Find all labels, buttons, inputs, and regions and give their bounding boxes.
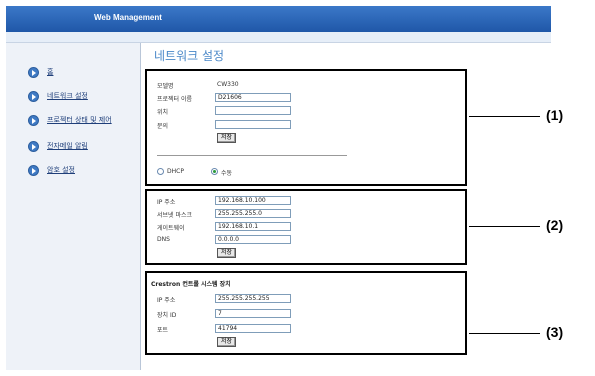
contact-label: 문의 <box>157 123 169 130</box>
location-input[interactable] <box>215 106 291 115</box>
crestron-ip-label: IP 주소 <box>157 297 176 304</box>
crestron-section: Crestron 컨트롤 시스템 장치 IP 주소 255.255.255.25… <box>145 271 467 355</box>
sidebar-item-label[interactable]: 네트워크 설정 <box>47 91 88 101</box>
device-id-input[interactable]: 7 <box>215 309 291 318</box>
arrow-bullet-icon <box>28 164 39 176</box>
network-settings-section: IP 주소 192.168.10.100 서브넷 마스크 255.255.255… <box>145 189 467 265</box>
gateway-label: 게이트웨이 <box>157 225 185 232</box>
app-title: Web Management <box>94 13 162 22</box>
sub-header-bar <box>6 32 551 43</box>
port-label: 포트 <box>157 327 169 334</box>
manual-radio[interactable] <box>211 168 218 175</box>
save-button[interactable]: 저장 <box>217 337 237 347</box>
sidebar-item-label[interactable]: 프로젝터 상태 및 제어 <box>47 115 112 125</box>
sidebar-item-projector-status[interactable]: 프로젝터 상태 및 제어 <box>28 113 112 127</box>
crestron-ip-input[interactable]: 255.255.255.255 <box>215 294 291 303</box>
divider <box>157 155 347 156</box>
contact-input[interactable] <box>215 120 291 129</box>
arrow-bullet-icon <box>28 66 39 78</box>
top-header-bar: Web Management <box>6 6 551 32</box>
callout-label-2: (2) <box>546 217 564 233</box>
sidebar-item-label[interactable]: 암호 설정 <box>47 165 75 175</box>
callout-line-3 <box>469 333 540 334</box>
section-heading: Crestron 컨트롤 시스템 장치 <box>151 281 231 288</box>
dns-label: DNS <box>157 236 170 243</box>
subnet-mask-input[interactable]: 255.255.255.0 <box>215 209 291 218</box>
save-button[interactable]: 저장 <box>217 133 237 143</box>
gateway-input[interactable]: 192.168.10.1 <box>215 222 291 231</box>
callout-line-1 <box>469 116 540 117</box>
ip-address-label: IP 주소 <box>157 199 176 206</box>
browser-page: Web Management 홈 네트워크 설정 프로젝터 상태 및 제어 전자… <box>6 6 551 370</box>
arrow-bullet-icon <box>28 114 39 126</box>
sidebar-item-home[interactable]: 홈 <box>28 65 53 79</box>
model-value: CW330 <box>217 81 239 88</box>
subnet-mask-label: 서브넷 마스크 <box>157 212 193 219</box>
device-info-section: 모델명 CW330 프로젝터 이름 D21606 위치 문의 저장 DHCP 수… <box>145 69 467 186</box>
arrow-bullet-icon <box>28 140 39 152</box>
dns-input[interactable]: 0.0.0.0 <box>215 235 291 244</box>
sidebar-item-network-settings[interactable]: 네트워크 설정 <box>28 89 88 103</box>
save-button[interactable]: 저장 <box>217 248 237 258</box>
arrow-bullet-icon <box>28 90 39 102</box>
callout-line-2 <box>469 226 540 227</box>
model-label: 모델명 <box>157 83 174 90</box>
callout-label-1: (1) <box>546 107 564 123</box>
location-label: 위치 <box>157 109 169 116</box>
ip-address-input[interactable]: 192.168.10.100 <box>215 196 291 205</box>
projector-name-input[interactable]: D21606 <box>215 93 291 102</box>
sidebar: 홈 네트워크 설정 프로젝터 상태 및 제어 전자메일 알림 암호 설정 <box>6 43 141 370</box>
sidebar-item-password[interactable]: 암호 설정 <box>28 163 75 177</box>
dhcp-radio[interactable] <box>157 168 164 175</box>
device-id-label: 장치 ID <box>157 312 177 319</box>
dhcp-label: DHCP <box>167 168 184 175</box>
manual-label: 수동 <box>221 170 233 177</box>
page-title: 네트워크 설정 <box>154 49 225 63</box>
callout-label-3: (3) <box>546 324 564 340</box>
sidebar-item-label[interactable]: 홈 <box>47 67 53 77</box>
main-content: 네트워크 설정 모델명 CW330 프로젝터 이름 D21606 위치 문의 저… <box>141 43 551 370</box>
projector-name-label: 프로젝터 이름 <box>157 96 193 103</box>
port-input[interactable]: 41794 <box>215 324 291 333</box>
sidebar-item-label[interactable]: 전자메일 알림 <box>47 141 88 151</box>
sidebar-item-email-alert[interactable]: 전자메일 알림 <box>28 139 88 153</box>
